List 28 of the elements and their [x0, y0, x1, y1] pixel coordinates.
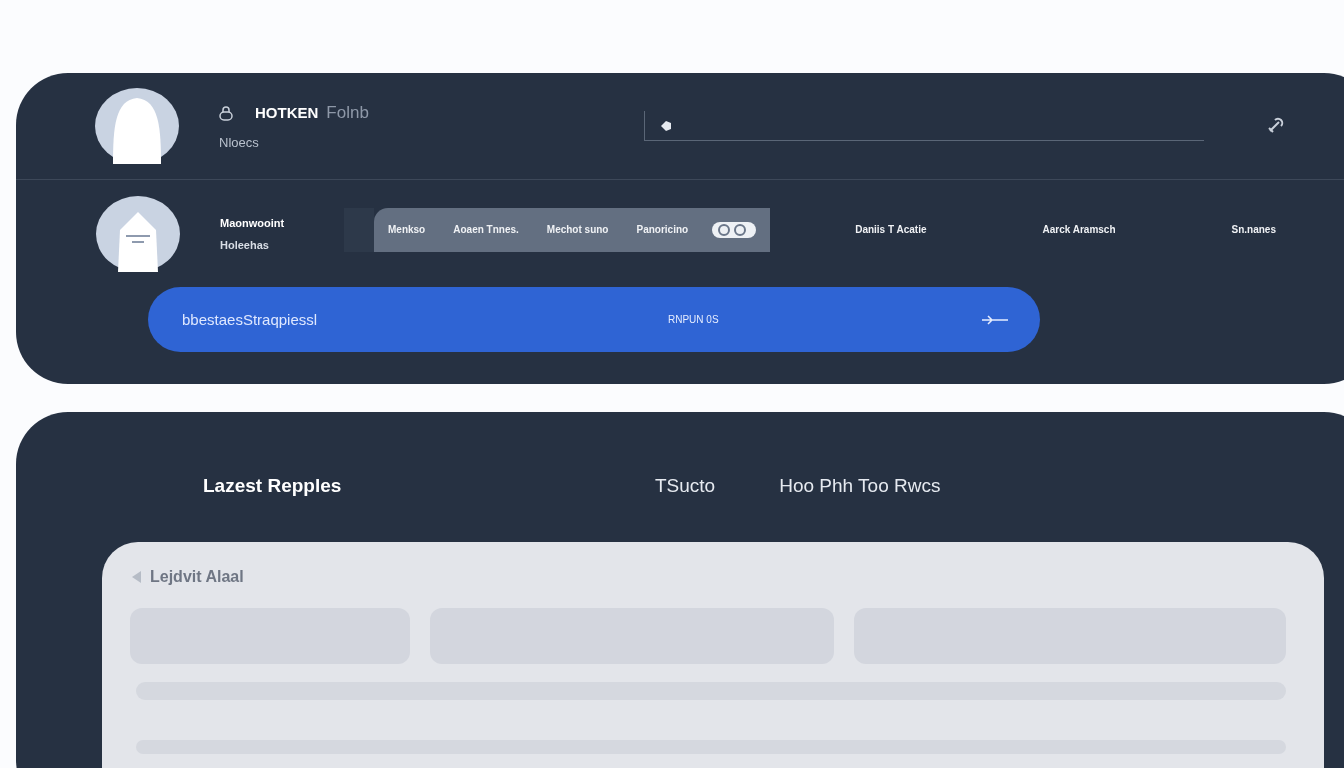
- app-subtitle-word: Folnb: [326, 102, 369, 123]
- app-title: HOTKEN: [255, 104, 319, 121]
- profile-name: Maonwooint: [220, 216, 286, 229]
- nav-tab[interactable]: Panoricino: [622, 207, 703, 252]
- profile-subtitle: Holeehas: [220, 238, 270, 251]
- tag-icon: [659, 118, 673, 133]
- lock-icon: [219, 104, 233, 121]
- nav-tab[interactable]: Aoaen Tnnes.: [439, 207, 533, 252]
- banner-status: RNPUN 0S: [668, 314, 720, 325]
- status-banner[interactable]: bbestaesStraqpiessl RNPUN 0S: [148, 287, 1040, 352]
- nav-tab[interactable]: Aarck Aramsch: [987, 207, 1171, 252]
- nav-tab[interactable]: Sn.nanes: [1176, 207, 1331, 252]
- nav-tab[interactable]: Mechot suno: [532, 207, 623, 252]
- link-icon: [710, 219, 759, 240]
- link-toggle[interactable]: [702, 207, 771, 252]
- section-title: Lazest Repples: [203, 475, 343, 497]
- wrench-icon[interactable]: [1266, 117, 1284, 135]
- section-link[interactable]: Hoo Phh Too Rwcs: [779, 475, 941, 497]
- avatar-icon: [96, 195, 180, 272]
- arrow-icon: [980, 313, 1010, 326]
- search-field[interactable]: [644, 111, 1204, 141]
- section-link[interactable]: TSucto: [655, 475, 716, 497]
- banner-text: bbestaesStraqpiessl: [182, 311, 319, 328]
- header-subtitle: Nloecs: [219, 134, 260, 150]
- avatar-icon: [95, 88, 179, 164]
- nav-tab[interactable]: Menkso: [374, 207, 440, 252]
- nav-tab[interactable]: Daniis T Acatie: [800, 207, 982, 252]
- panel-title: Lejdvit Alaal: [150, 568, 244, 586]
